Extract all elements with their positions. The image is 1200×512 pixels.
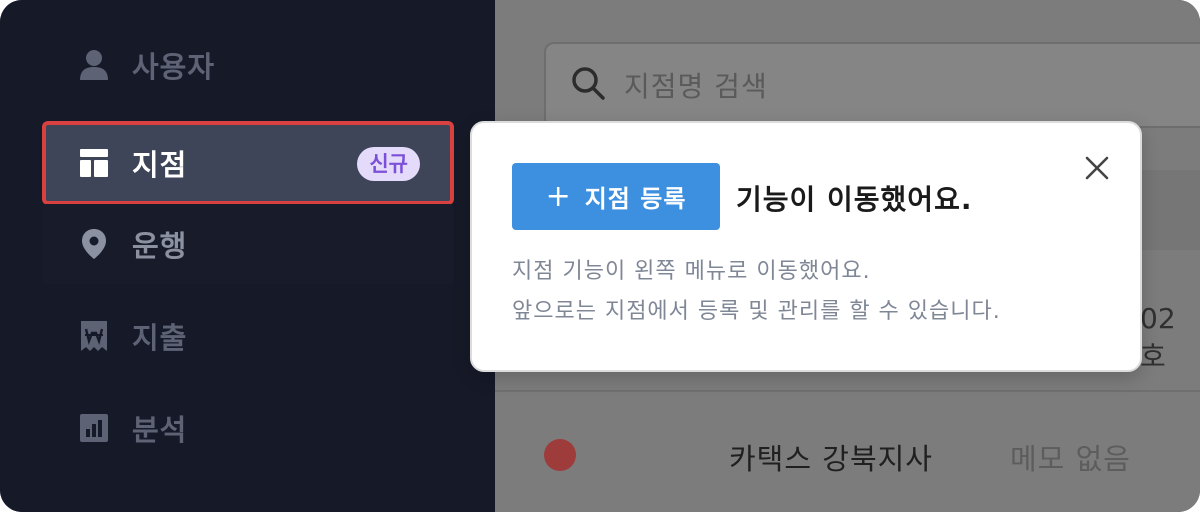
add-branch-button[interactable]: + 지점 등록	[512, 163, 720, 230]
search-icon	[570, 65, 606, 105]
chart-icon	[78, 412, 110, 444]
branch-name[interactable]: 카택스 강북지사	[729, 436, 933, 478]
branch-memo: 메모 없음	[1010, 442, 1131, 476]
app-frame: 사용자 지점 신규 운행 지출 분석 지점명 검색 02호 카택스 강북지사 메…	[0, 0, 1200, 512]
sidebar: 사용자 지점 신규 운행 지출 분석	[0, 0, 495, 512]
sidebar-item-operations[interactable]: 운행	[42, 204, 454, 284]
sidebar-item-label: 운행	[132, 229, 188, 263]
add-branch-label: 지점 등록	[584, 185, 687, 213]
plus-icon: +	[545, 178, 571, 214]
divider	[495, 390, 1200, 392]
feature-moved-popover: + 지점 등록 기능이 이동했어요. 지점 기능이 왼쪽 메뉴로 이동했어요. …	[470, 121, 1142, 372]
map-pin-icon	[78, 228, 110, 260]
table-cell: 02호	[1140, 302, 1176, 373]
sidebar-item-label: 사용자	[132, 50, 216, 84]
receipt-icon	[78, 320, 110, 352]
sidebar-item-users[interactable]: 사용자	[42, 23, 454, 107]
layout-icon	[78, 147, 110, 179]
sidebar-item-analytics[interactable]: 분석	[42, 386, 454, 470]
new-badge: 신규	[357, 147, 420, 181]
sidebar-item-label: 지점	[132, 148, 188, 182]
sidebar-item-label: 분석	[132, 413, 188, 447]
search-placeholder: 지점명 검색	[624, 70, 768, 103]
sidebar-item-label: 지출	[132, 321, 188, 355]
popover-description: 앞으로는 지점에서 등록 및 관리를 할 수 있습니다.	[512, 299, 1001, 324]
close-icon[interactable]	[1082, 153, 1112, 183]
sidebar-item-branch[interactable]: 지점 신규	[42, 121, 454, 205]
popover-headline: 기능이 이동했어요.	[736, 183, 973, 216]
user-icon	[78, 49, 110, 81]
sidebar-item-expense[interactable]: 지출	[42, 294, 454, 378]
status-dot	[544, 439, 576, 471]
popover-description: 지점 기능이 왼쪽 메뉴로 이동했어요.	[512, 259, 871, 284]
search-input[interactable]: 지점명 검색	[544, 42, 1200, 128]
